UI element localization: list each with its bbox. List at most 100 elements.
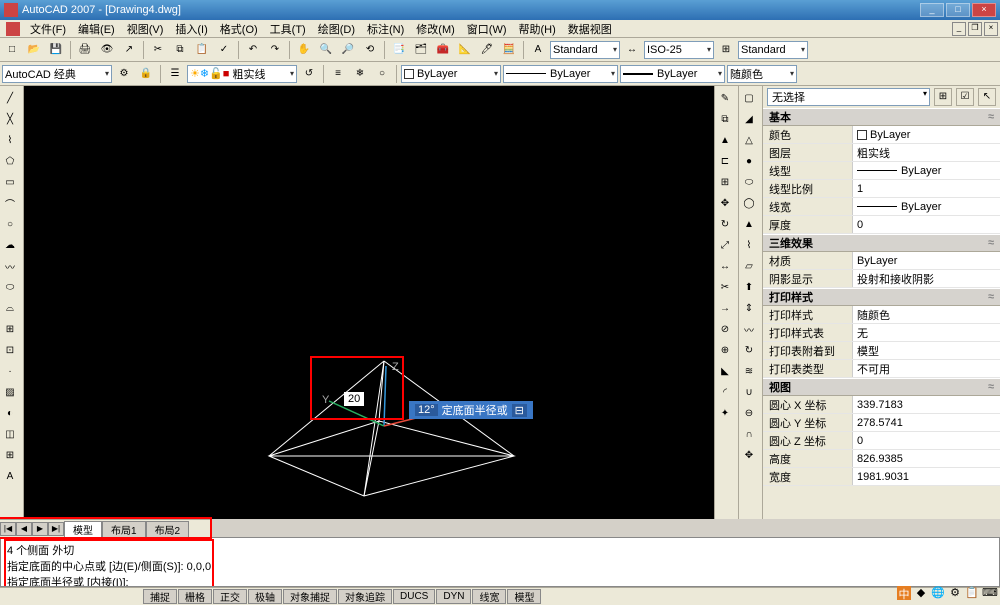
menu-window[interactable]: 窗口(W)	[461, 21, 513, 37]
status-polar[interactable]: 极轴	[248, 589, 282, 604]
tab-layout1[interactable]: 布局1	[102, 521, 146, 537]
layer-off-button[interactable]: ○	[372, 64, 392, 84]
paste-button[interactable]: 📋	[192, 40, 212, 60]
redo-button[interactable]: ↷	[265, 40, 285, 60]
rect-tool[interactable]: ▭	[0, 172, 20, 192]
extrude-tool[interactable]: ⬆	[739, 277, 759, 297]
planar-tool[interactable]: ▱	[739, 256, 759, 276]
status-dyn[interactable]: DYN	[436, 589, 471, 604]
props-row[interactable]: 圆心 X 坐标339.7183	[763, 396, 1000, 414]
mtext-tool[interactable]: A	[0, 466, 20, 486]
maximize-button[interactable]: □	[946, 3, 970, 17]
arc-tool[interactable]: ⌒	[0, 193, 20, 213]
copy-tool[interactable]: ⧉	[715, 109, 735, 129]
menu-draw[interactable]: 绘图(D)	[312, 21, 361, 37]
open-button[interactable]: 📂	[24, 40, 44, 60]
box-tool[interactable]: ▢	[739, 88, 759, 108]
doc-close-button[interactable]: ×	[984, 22, 998, 36]
props-row[interactable]: 打印表类型不可用	[763, 360, 1000, 378]
point-tool[interactable]: ·	[0, 361, 20, 381]
dimstyle-combo[interactable]: ISO-25	[644, 41, 714, 59]
menu-file[interactable]: 文件(F)	[24, 21, 72, 37]
props-group-threed[interactable]: 三维效果	[763, 234, 1000, 252]
polygon-tool[interactable]: ⬠	[0, 151, 20, 171]
menu-dim[interactable]: 标注(N)	[361, 21, 410, 37]
zoom-prev-button[interactable]: ⟲	[360, 40, 380, 60]
props-value[interactable]: ByLayer	[853, 198, 1000, 215]
props-value[interactable]: 模型	[853, 342, 1000, 359]
props-button[interactable]: 📑	[389, 40, 409, 60]
props-row[interactable]: 材质ByLayer	[763, 252, 1000, 270]
props-value[interactable]: 0	[853, 432, 1000, 449]
pline-tool[interactable]: ⌇	[0, 130, 20, 150]
presspull-tool[interactable]: ⇕	[739, 298, 759, 318]
props-row[interactable]: 宽度1981.9031	[763, 468, 1000, 486]
props-value[interactable]: 粗实线	[853, 144, 1000, 161]
new-button[interactable]: □	[2, 40, 22, 60]
tab-first-button[interactable]: |◀	[0, 522, 16, 536]
props-value[interactable]: ByLayer	[853, 252, 1000, 269]
color-combo[interactable]: ByLayer	[401, 65, 501, 83]
extend-tool[interactable]: →	[715, 298, 735, 318]
props-value[interactable]: 339.7183	[853, 396, 1000, 413]
props-value[interactable]: 1	[853, 180, 1000, 197]
props-value[interactable]: 不可用	[853, 360, 1000, 377]
props-row[interactable]: 线型ByLayer	[763, 162, 1000, 180]
markup-button[interactable]: 🖊	[477, 40, 497, 60]
dimstyle-icon[interactable]: ↔	[622, 40, 642, 60]
preview-button[interactable]: 👁	[97, 40, 117, 60]
textstyle-combo[interactable]: Standard	[550, 41, 620, 59]
zoom-window-button[interactable]: 🔎	[338, 40, 358, 60]
props-row[interactable]: 阴影显示投射和接收阴影	[763, 270, 1000, 288]
tablestyle-icon[interactable]: ⊞	[716, 40, 736, 60]
dynamic-input[interactable]: 20	[344, 392, 364, 406]
props-quickselect-button[interactable]: ⊞	[934, 88, 952, 106]
hatch-tool[interactable]: ▨	[0, 382, 20, 402]
break-tool[interactable]: ⊘	[715, 319, 735, 339]
stretch-tool[interactable]: ↔	[715, 256, 735, 276]
props-row[interactable]: 线宽ByLayer	[763, 198, 1000, 216]
status-model[interactable]: 模型	[507, 589, 541, 604]
lineweight-combo[interactable]: ByLayer	[620, 65, 725, 83]
textstyle-icon[interactable]: A	[528, 40, 548, 60]
erase-tool[interactable]: ✎	[715, 88, 735, 108]
props-row[interactable]: 线型比例1	[763, 180, 1000, 198]
props-value[interactable]: 投射和接收阴影	[853, 270, 1000, 287]
props-value[interactable]: 826.9385	[853, 450, 1000, 467]
cylinder-tool[interactable]: ⬭	[739, 172, 759, 192]
props-row[interactable]: 圆心 Y 坐标278.5741	[763, 414, 1000, 432]
loft-tool[interactable]: ≋	[739, 361, 759, 381]
props-value[interactable]: 无	[853, 324, 1000, 341]
helix-tool[interactable]: ⌇	[739, 235, 759, 255]
calc-button[interactable]: 🧮	[499, 40, 519, 60]
revcloud-tool[interactable]: ☁	[0, 235, 20, 255]
ws-settings-button[interactable]: ⚙	[114, 64, 134, 84]
props-row[interactable]: 图层粗实线	[763, 144, 1000, 162]
menu-insert[interactable]: 插入(I)	[169, 21, 213, 37]
status-grid[interactable]: 栅格	[178, 589, 212, 604]
props-row[interactable]: 厚度0	[763, 216, 1000, 234]
array-tool[interactable]: ⊞	[715, 172, 735, 192]
union-tool[interactable]: ∪	[739, 382, 759, 402]
status-ducs[interactable]: DUCS	[393, 589, 435, 604]
spline-tool[interactable]: 〰	[0, 256, 20, 276]
props-group-basic[interactable]: 基本	[763, 108, 1000, 126]
block-tool[interactable]: ⊞	[0, 319, 20, 339]
workspace-combo[interactable]: AutoCAD 经典	[2, 65, 112, 83]
scale-tool[interactable]: ⤢	[715, 235, 735, 255]
drawing-canvas[interactable]: Z Y 20 12° 定底面半径或 ⊟	[24, 86, 714, 519]
gradient-tool[interactable]: ◐	[0, 403, 20, 423]
subtract-tool[interactable]: ⊖	[739, 403, 759, 423]
match-button[interactable]: ✓	[214, 40, 234, 60]
print-button[interactable]: 🖨	[75, 40, 95, 60]
copy-button[interactable]: ⧉	[170, 40, 190, 60]
publish-button[interactable]: ↗	[119, 40, 139, 60]
menu-tools[interactable]: 工具(T)	[264, 21, 312, 37]
layer-freeze-button[interactable]: ❄	[350, 64, 370, 84]
props-value[interactable]: 随颜色	[853, 306, 1000, 323]
minimize-button[interactable]: _	[920, 3, 944, 17]
props-value[interactable]: 278.5741	[853, 414, 1000, 431]
status-otrack[interactable]: 对象追踪	[338, 589, 392, 604]
line-tool[interactable]: ╱	[0, 88, 20, 108]
join-tool[interactable]: ⊕	[715, 340, 735, 360]
